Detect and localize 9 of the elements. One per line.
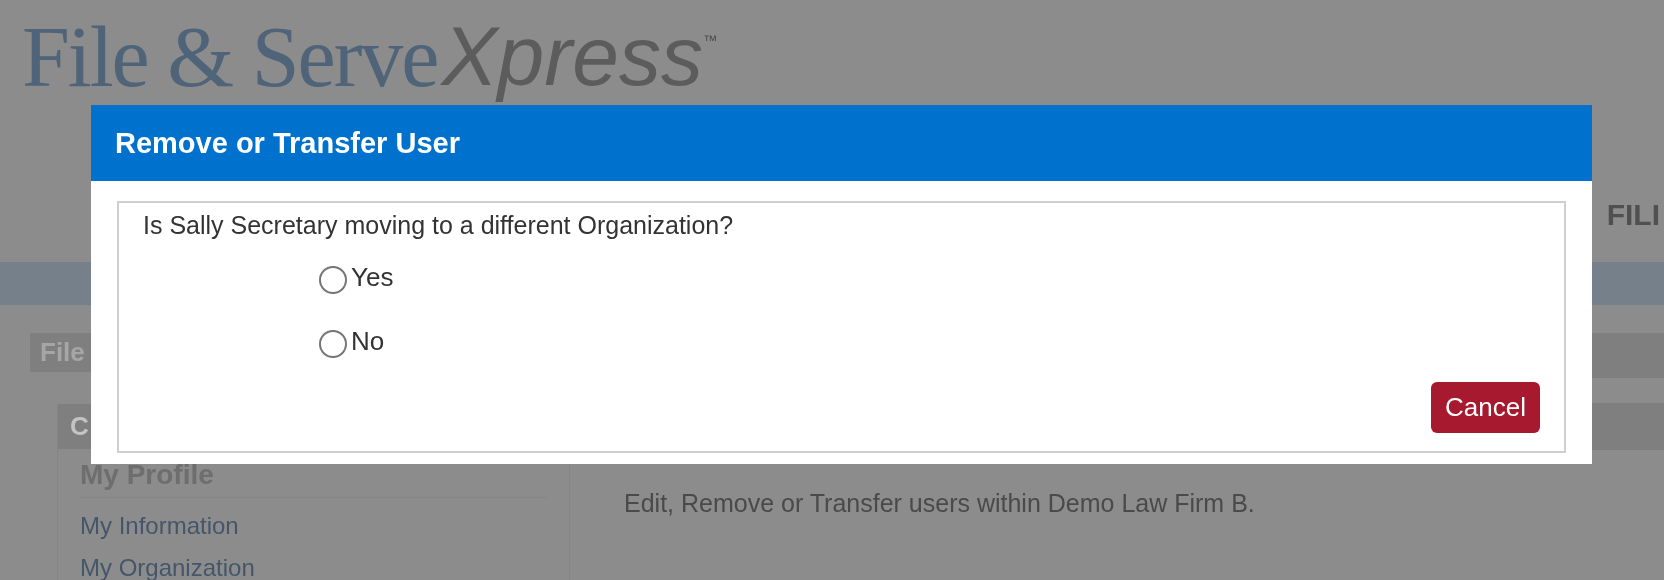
description-text: Edit, Remove or Transfer users within Demo Law Firm B. [624, 489, 1256, 518]
logo-text: File & Serve [22, 14, 438, 100]
radio-button[interactable] [319, 330, 347, 358]
radio-option[interactable]: Yes [319, 260, 394, 294]
cancel-button[interactable]: Cancel [1431, 382, 1540, 433]
dialog-title: Remove or Transfer User [115, 126, 460, 160]
radio-button[interactable] [319, 266, 347, 294]
question-text: Is Sally Secretary moving to a different Organization? [143, 211, 734, 240]
trademark-mark: ™ [702, 32, 717, 48]
